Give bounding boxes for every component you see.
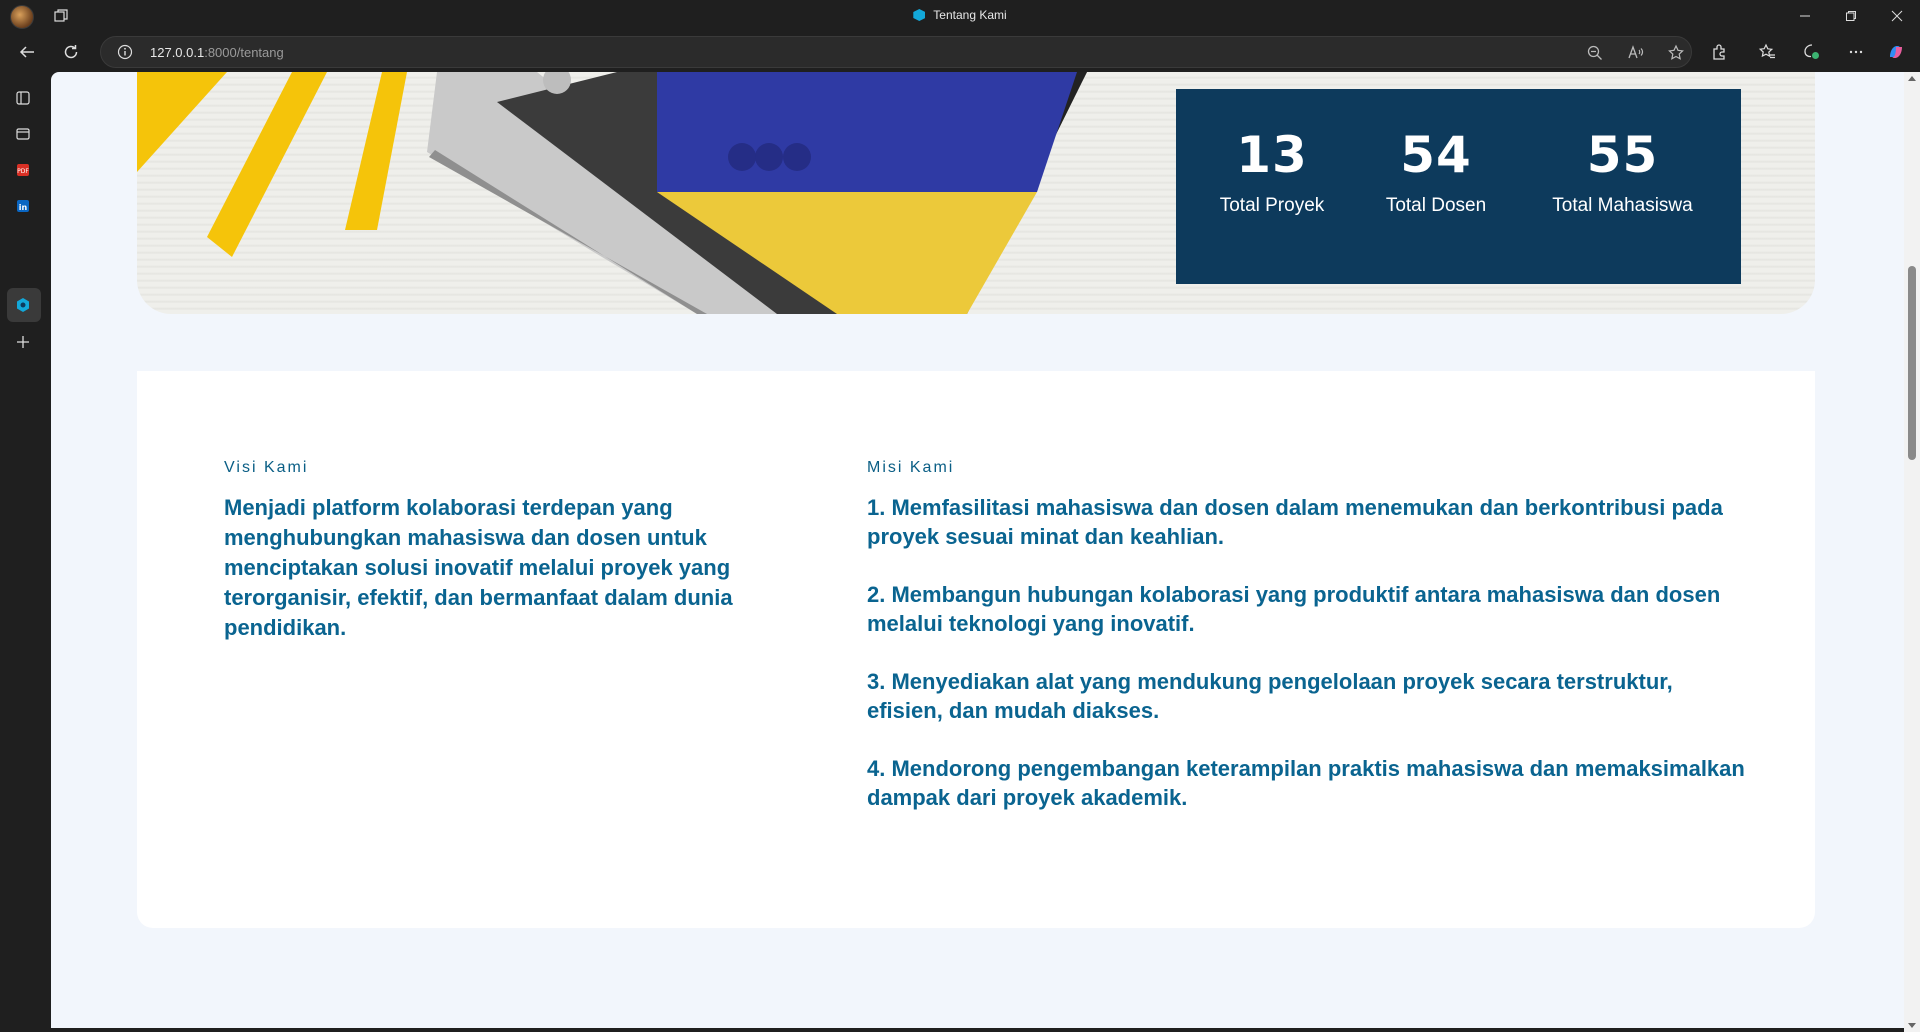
new-tab-icon[interactable] [13,332,33,352]
stat-value: 55 [1586,126,1659,184]
stat-value: 13 [1236,126,1308,184]
browser-essentials-icon[interactable] [1802,42,1822,62]
stat-value: 54 [1400,126,1472,184]
read-aloud-icon[interactable] [1627,44,1645,62]
stat-label: Total Dosen [1385,195,1487,216]
vertical-sidebar: PDF in [0,72,50,1032]
zoom-out-icon[interactable] [1586,44,1604,62]
scroll-down-icon[interactable] [1908,1023,1916,1028]
more-options-icon[interactable] [1846,42,1866,62]
url-text[interactable]: 127.0.0.1:8000/tentang [150,45,284,60]
page-viewport: 13 Total Proyek 54 Total Dosen 55 Total … [51,72,1904,1028]
vision-mission-card: Visi Kami Menjadi platform kolaborasi te… [137,371,1815,928]
misi-list: 1. Memfasilitasi mahasiswa dan dosen dal… [867,493,1747,841]
misi-item: 2. Membangun hubungan kolaborasi yang pr… [867,582,1721,636]
visi-heading: Visi Kami [224,459,309,476]
pdf-tab-icon[interactable]: PDF [13,160,33,180]
stat-label: Total Proyek [1219,195,1325,216]
copilot-icon[interactable] [1886,42,1906,62]
page-scrollbar[interactable] [1904,72,1920,1032]
misi-item: 4. Mendorong pengembangan keterampilan p… [867,756,1745,810]
site-info-icon[interactable] [117,44,133,60]
tab-title: Tentang Kami [933,8,1007,22]
tab-actions-icon[interactable] [13,88,33,108]
stat-total-dosen: 54 Total Dosen [1354,127,1518,284]
current-site-tab-icon[interactable] [13,295,33,315]
linkedin-tab-icon[interactable]: in [13,196,33,216]
scrollbar-thumb[interactable] [1908,266,1916,460]
visi-text: Menjadi platform kolaborasi terdepan yan… [224,495,733,640]
title-bar: Tentang Kami [0,0,1920,32]
refresh-icon[interactable] [61,42,81,62]
misi-item: 1. Memfasilitasi mahasiswa dan dosen dal… [867,495,1723,549]
svg-text:PDF: PDF [17,168,29,175]
stats-panel: 13 Total Proyek 54 Total Dosen 55 Total … [1176,89,1741,284]
collections-icon[interactable] [13,124,33,144]
stat-label: Total Mahasiswa [1552,195,1693,216]
stat-total-mahasiswa: 55 Total Mahasiswa [1518,127,1727,284]
extensions-icon[interactable] [1709,42,1729,62]
favorites-icon[interactable] [1757,42,1777,62]
restore-button[interactable] [1828,0,1874,32]
back-icon[interactable] [17,42,37,62]
close-window-button[interactable] [1874,0,1920,32]
add-favorite-icon[interactable] [1667,44,1685,62]
misi-heading: Misi Kami [867,459,955,476]
svg-text:in: in [19,203,28,212]
window-title: Tentang Kami [0,8,1920,22]
url-path: :8000/tentang [204,45,284,60]
url-host: 127.0.0.1 [150,45,205,60]
scroll-up-icon[interactable] [1908,76,1916,81]
hero-banner: 13 Total Proyek 54 Total Dosen 55 Total … [137,72,1815,314]
stat-total-proyek: 13 Total Proyek [1190,127,1354,284]
site-favicon-icon [913,9,926,21]
minimize-button[interactable] [1782,0,1828,32]
address-bar[interactable]: 127.0.0.1:8000/tentang [100,36,1692,68]
misi-item: 3. Menyediakan alat yang mendukung penge… [867,669,1673,723]
